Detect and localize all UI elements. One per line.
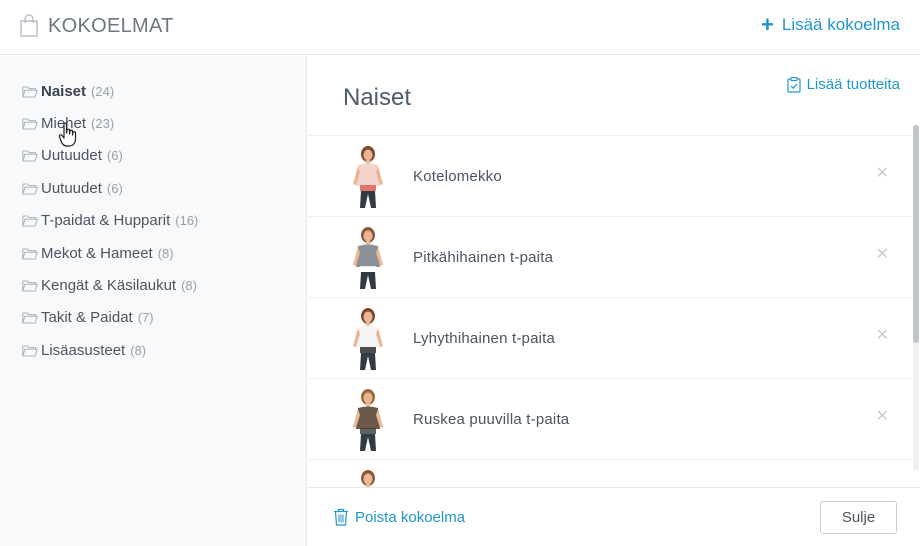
sidebar-item-count: (23) xyxy=(91,116,115,132)
product-name: Pitkähihainen t-paita xyxy=(413,248,554,266)
product-row[interactable]: Lyhythihainen t-paita ✕ xyxy=(308,298,912,379)
sidebar-item[interactable]: Uutuudet (6) xyxy=(0,140,306,172)
product-row[interactable]: Ruskea puuvilla t-paita ✕ xyxy=(308,379,912,460)
folder-icon xyxy=(22,215,38,227)
remove-product-icon[interactable]: ✕ xyxy=(876,166,889,182)
add-collection-button[interactable]: + Lisää kokoelma xyxy=(761,12,900,37)
sidebar-item[interactable]: Lisäasusteet (8) xyxy=(0,334,306,366)
folder-icon xyxy=(22,345,38,357)
sidebar-item-label: Uutuudet xyxy=(41,179,102,197)
product-image xyxy=(353,389,383,451)
scrollbar-thumb[interactable] xyxy=(913,125,919,343)
clipboard-check-icon xyxy=(786,76,801,93)
remove-product-icon[interactable]: ✕ xyxy=(876,409,889,425)
product-name: Ruskea puuvilla t-paita xyxy=(413,410,570,428)
remove-product-icon[interactable]: ✕ xyxy=(876,328,889,344)
sidebar-item-label: Kengät & Käsilaukut xyxy=(41,277,177,295)
sidebar-item[interactable]: Miehet(23) xyxy=(0,107,306,139)
sidebar-item-label: T-paidat & Hupparit xyxy=(41,212,171,230)
sidebar-item-label: Lisäasusteet xyxy=(41,341,126,359)
collection-sidebar: Naiset(24)Miehet(23)Uutuudet(6)Uutuudet(… xyxy=(0,56,307,546)
sidebar-item-count: (6) xyxy=(106,180,123,196)
close-button[interactable]: Sulje xyxy=(820,501,897,534)
folder-icon xyxy=(22,248,38,260)
product-list-scrollbar[interactable] xyxy=(913,125,919,470)
add-products-button[interactable]: Lisää tuotteita xyxy=(786,76,900,93)
sidebar-item-count: (6) xyxy=(106,148,123,164)
sidebar-item-count: (24) xyxy=(91,83,115,99)
panel-footer: Poista kokoelma Sulje xyxy=(308,487,920,546)
trash-icon xyxy=(334,508,348,526)
product-image xyxy=(353,308,383,370)
sidebar-item-count: (8) xyxy=(181,278,197,294)
sidebar-item-label: Uutuudet xyxy=(41,147,102,165)
header-bar: KOKOELMAT + Lisää kokoelma xyxy=(0,0,920,55)
sidebar-item-count: (16) xyxy=(175,213,199,229)
hand-cursor-icon xyxy=(58,122,77,147)
product-image xyxy=(353,227,383,289)
product-name: Lyhythihainen t-paita xyxy=(413,329,556,347)
sidebar-item[interactable]: Naiset (24) xyxy=(0,75,306,107)
folder-icon xyxy=(22,150,38,163)
sidebar-item-label: Takit & Paidat xyxy=(41,309,133,327)
folder-icon xyxy=(22,86,38,98)
sidebar-item[interactable]: Mekot & Hameet (8) xyxy=(0,237,306,269)
sidebar-item-label: Mekot & Hameet xyxy=(41,244,153,262)
product-list: Kotelomekko ✕ Pitkähihainen t-paita ✕ Lyhyth… xyxy=(308,135,912,487)
product-image xyxy=(361,470,375,487)
sidebar-item[interactable]: T-paidat & Hupparit (16) xyxy=(0,205,306,237)
product-row[interactable] xyxy=(308,460,912,487)
folder-icon xyxy=(22,312,38,324)
product-row[interactable]: Pitkähihainen t-paita ✕ xyxy=(308,217,912,298)
plus-icon: + xyxy=(761,12,774,37)
sidebar-item[interactable]: Kengät & Käsilaukut (8) xyxy=(0,269,306,301)
delete-collection-label: Poista kokoelma xyxy=(355,508,466,526)
shopping-bag-icon xyxy=(20,14,38,37)
page-title: KOKOELMAT xyxy=(48,15,174,37)
product-name: Kotelomekko xyxy=(413,167,502,185)
product-image xyxy=(353,146,383,208)
collection-list: Naiset(24)Miehet(23)Uutuudet(6)Uutuudet(… xyxy=(0,56,306,367)
delete-collection-button[interactable]: Poista kokoelma xyxy=(333,508,465,526)
folder-icon xyxy=(22,118,38,130)
sidebar-item-count: (8) xyxy=(157,245,174,261)
collection-panel: Naiset Lisää tuotteita Kotelomekko ✕ Pitkä… xyxy=(308,56,920,546)
sidebar-item-count: (8) xyxy=(130,342,147,358)
add-products-label: Lisää tuotteita xyxy=(806,76,900,93)
remove-product-icon[interactable]: ✕ xyxy=(876,247,889,263)
product-row[interactable]: Kotelomekko ✕ xyxy=(308,136,912,217)
sidebar-item-label: Naiset xyxy=(41,82,87,100)
folder-icon xyxy=(22,280,38,292)
sidebar-item-count: (7) xyxy=(137,310,154,326)
sidebar-item[interactable]: Takit & Paidat (7) xyxy=(0,302,306,334)
collection-title: Naiset xyxy=(343,84,412,111)
add-collection-label: Lisää kokoelma xyxy=(781,15,900,34)
folder-icon xyxy=(22,183,38,195)
sidebar-item[interactable]: Uutuudet (6) xyxy=(0,172,306,204)
